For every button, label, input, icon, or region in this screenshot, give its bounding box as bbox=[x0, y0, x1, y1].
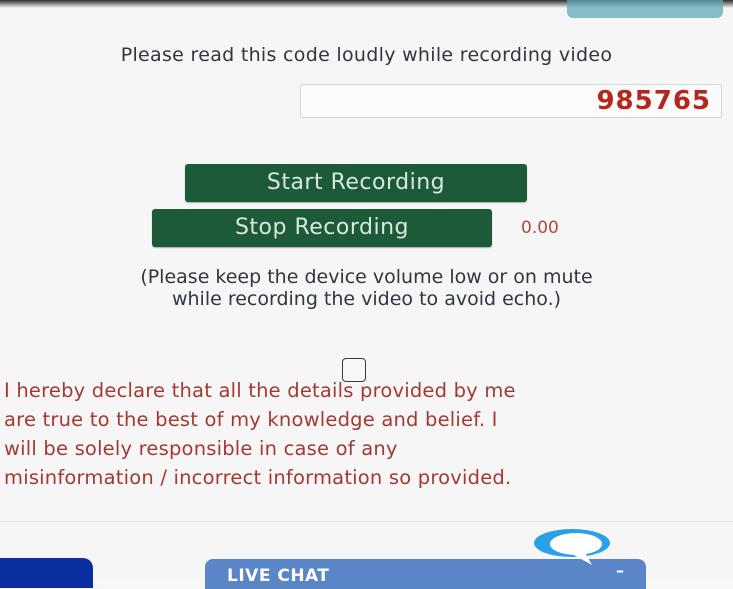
declaration-line: I hereby declare that all the details pr… bbox=[4, 379, 516, 402]
footer-divider bbox=[0, 521, 733, 522]
footer-blue-tab[interactable] bbox=[0, 558, 93, 588]
chat-minimize-button[interactable]: – bbox=[616, 561, 624, 580]
recording-timer: 0.00 bbox=[521, 218, 559, 238]
code-instruction: Please read this code loudly while recor… bbox=[120, 44, 613, 66]
top-partial-button[interactable] bbox=[567, 0, 723, 18]
volume-note-line: while recording the video to avoid echo.… bbox=[171, 288, 562, 310]
volume-note: (Please keep the device volume low or on… bbox=[20, 266, 713, 310]
stop-recording-button[interactable]: Stop Recording bbox=[152, 209, 492, 247]
declaration-line: will be solely responsible in case of an… bbox=[4, 437, 398, 460]
chat-bubble-icon[interactable] bbox=[532, 527, 616, 567]
declaration-line: are true to the best of my knowledge and… bbox=[4, 408, 498, 431]
verification-code: 985765 bbox=[596, 86, 711, 116]
live-chat-label: LIVE CHAT bbox=[227, 566, 330, 586]
declaration-line: misinformation / incorrect information s… bbox=[4, 466, 512, 489]
code-field: 985765 bbox=[300, 84, 722, 118]
start-recording-button[interactable]: Start Recording bbox=[185, 164, 527, 202]
page: Please read this code loudly while recor… bbox=[0, 0, 733, 589]
volume-note-line: (Please keep the device volume low or on… bbox=[140, 266, 593, 288]
declaration-text: I hereby declare that all the details pr… bbox=[4, 376, 729, 492]
